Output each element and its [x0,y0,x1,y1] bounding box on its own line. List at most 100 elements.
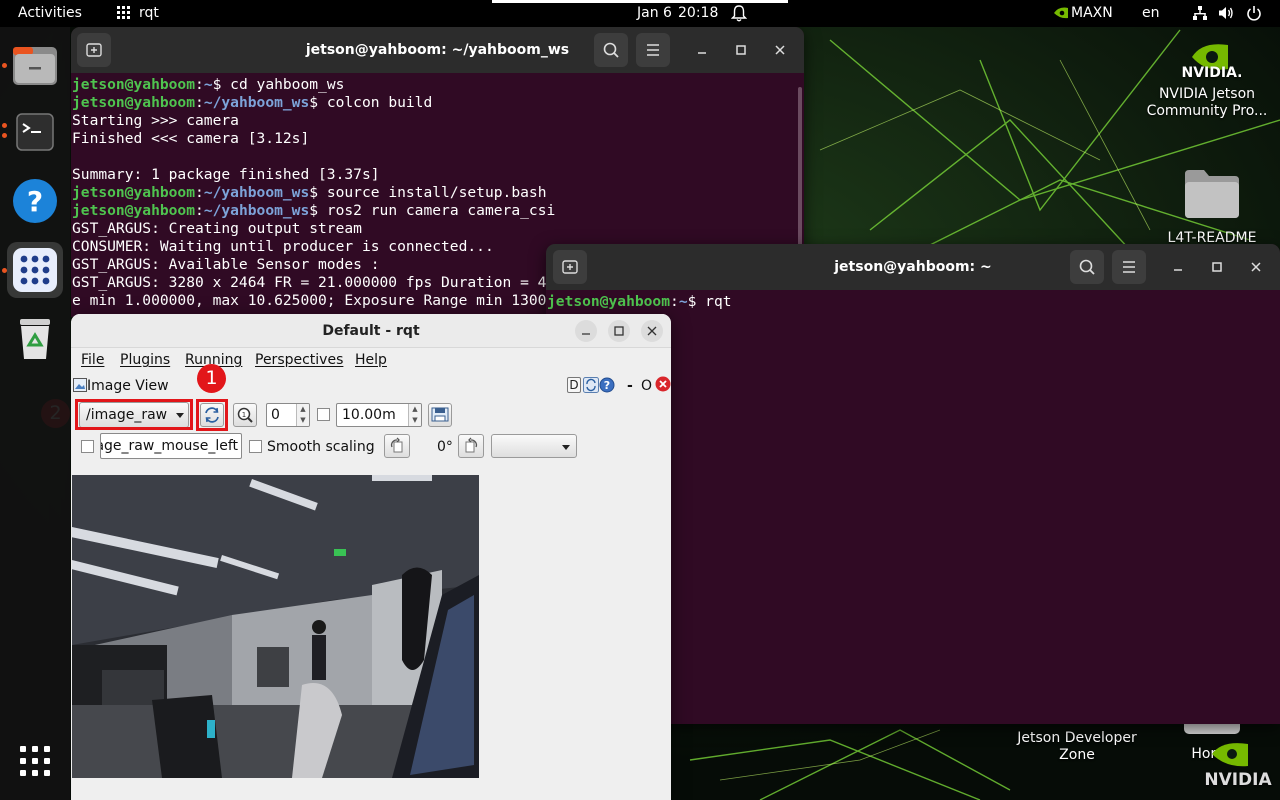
rqt-minimize-button[interactable] [575,320,597,342]
search-button[interactable] [1070,250,1104,284]
menu-file[interactable]: File [81,352,104,368]
plugin-help-button[interactable]: ? [599,377,615,393]
camera-image-view[interactable] [72,475,479,778]
prompt-path: ~ [203,76,213,93]
prompt-user: jetson@yahboom [72,202,196,219]
zoom-spin-arrows[interactable]: ▲ ▼ [296,404,309,426]
bell-icon[interactable] [730,5,748,27]
maximize-button[interactable] [1205,255,1229,279]
close-icon [655,376,671,392]
notification-strip [492,0,788,3]
terminal-1-output[interactable]: jetson@yahboom:~$ cd yahboom_ws jetson@y… [72,76,564,310]
help-icon: ? [599,377,615,393]
plugin-reload-button[interactable] [583,377,599,393]
plugin-minimize-button[interactable]: - [627,378,633,394]
prompt-command: $ source install/setup.bash [309,184,547,201]
hamburger-icon [1123,261,1135,273]
image-view-plugin-icon [73,377,87,392]
language-indicator[interactable]: en [1142,5,1160,22]
prompt-user: jetson@yahboom [72,76,196,93]
terminal-line: GST_ARGUS: 3280 x 2464 FR = 21.000000 fp… [72,274,565,291]
plugin-close-button[interactable] [655,376,671,392]
terminal-1-header: jetson@yahboom: ~/yahboom_ws [71,27,804,73]
show-apps-icon [20,746,50,776]
nvidia-power-icon[interactable] [1053,6,1069,24]
zoom-fit-button[interactable]: 1 [233,403,257,427]
rate-spin-arrows[interactable]: ▲ ▼ [408,404,421,426]
prompt-path: ~/yahboom_ws [203,202,310,219]
menu-button[interactable] [1112,250,1146,284]
rotate-right-button[interactable] [458,434,484,458]
prompt-path: ~ [678,293,688,310]
topic-highlight-box [75,399,193,430]
files-running-indicator [2,63,7,68]
maximize-icon [736,45,746,55]
plugin-dock-button[interactable]: D [567,377,581,393]
search-button[interactable] [594,33,628,67]
plugin-title: Image View [87,378,169,394]
terminal-running-indicator-2 [2,133,7,138]
rqt-close-button[interactable] [641,320,663,342]
nvidia-jetson-community-label[interactable]: NVIDIA Jetson Community Pro... [1140,86,1274,120]
nvidia-corner-text: NVIDIA [1204,770,1272,790]
l4t-readme-folder-icon[interactable] [1182,166,1242,220]
power-icon[interactable] [1246,5,1262,26]
menu-button[interactable] [636,33,670,67]
activities-button[interactable]: Activities [18,5,82,22]
help-dock-item[interactable]: ? [7,173,63,229]
maximize-button[interactable] [729,38,753,62]
help-icon: ? [13,179,57,223]
app-grid-dock-item[interactable] [7,242,63,298]
minimize-icon [582,333,590,335]
terminal-2-output[interactable]: jetson@yahboom:~$ rqt [547,293,732,311]
plugin-float-button[interactable]: O [641,378,652,394]
rqt-maximize-button[interactable] [608,320,630,342]
terminal-2-header: jetson@yahboom: ~ [546,244,1280,290]
minimize-button[interactable] [690,38,714,62]
rotate-left-button[interactable] [384,434,410,458]
prompt-path: ~/yahboom_ws [203,94,310,111]
menu-help[interactable]: Help [355,352,387,368]
zoom-value: 0 [271,407,280,423]
minimize-button[interactable] [1166,255,1190,279]
terminal-line: jetson@yahboom:~/yahboom_ws$ ros2 run ca… [72,202,556,219]
terminal-line: Finished <<< camera [3.12s] [72,130,310,147]
nvidia-logo-text: NVIDIA. [1181,65,1243,81]
zoom-icon: 1 [237,407,253,423]
rate-spinbox[interactable]: 10.00m ▲ ▼ [336,403,422,427]
clock-time[interactable]: 20:18 [678,5,718,22]
menu-perspectives[interactable]: Perspectives [255,352,343,368]
terminal-line: GST_ARGUS: Creating output stream [72,220,362,237]
power-mode-label[interactable]: MAXN [1071,5,1113,22]
network-icon[interactable] [1192,5,1208,26]
menu-plugins[interactable]: Plugins [120,352,170,368]
close-button[interactable] [768,38,792,62]
svg-text:?: ? [27,185,43,218]
callout-1-badge: 1 [197,364,226,393]
minimize-icon [1174,269,1182,271]
focused-app-menu[interactable]: rqt [139,5,159,22]
clock-date[interactable]: Jan 6 [637,5,672,22]
save-icon [431,407,449,422]
rotate-left-icon [390,437,403,453]
prompt-command: $ colcon build [309,94,433,111]
color-scheme-dropdown[interactable] [491,434,577,458]
files-dock-item[interactable] [7,37,63,93]
rqt-window[interactable]: Default - rqt File Plugins Running Persp… [71,314,671,800]
save-image-button[interactable] [428,403,452,427]
jetson-developer-zone-label[interactable]: Jetson Developer Zone [1010,730,1144,764]
close-icon [647,326,657,336]
close-icon [775,45,785,55]
smooth-scaling-checkbox[interactable] [249,440,262,453]
zoom-spinbox[interactable]: 0 ▲ ▼ [266,403,310,427]
mouse-topic-input[interactable]: age_raw_mouse_left [100,433,242,459]
terminal-line: e min 1.000000, max 10.625000; Exposure … [72,292,556,309]
trash-dock-item[interactable] [7,311,63,367]
volume-icon[interactable] [1218,5,1234,26]
terminal-dock-item[interactable] [7,104,63,160]
mouse-publish-checkbox[interactable] [81,440,94,453]
label-line: Zone [1059,747,1095,763]
rate-limit-checkbox[interactable] [317,408,330,421]
show-apps-button[interactable] [7,733,63,789]
close-button[interactable] [1244,255,1268,279]
